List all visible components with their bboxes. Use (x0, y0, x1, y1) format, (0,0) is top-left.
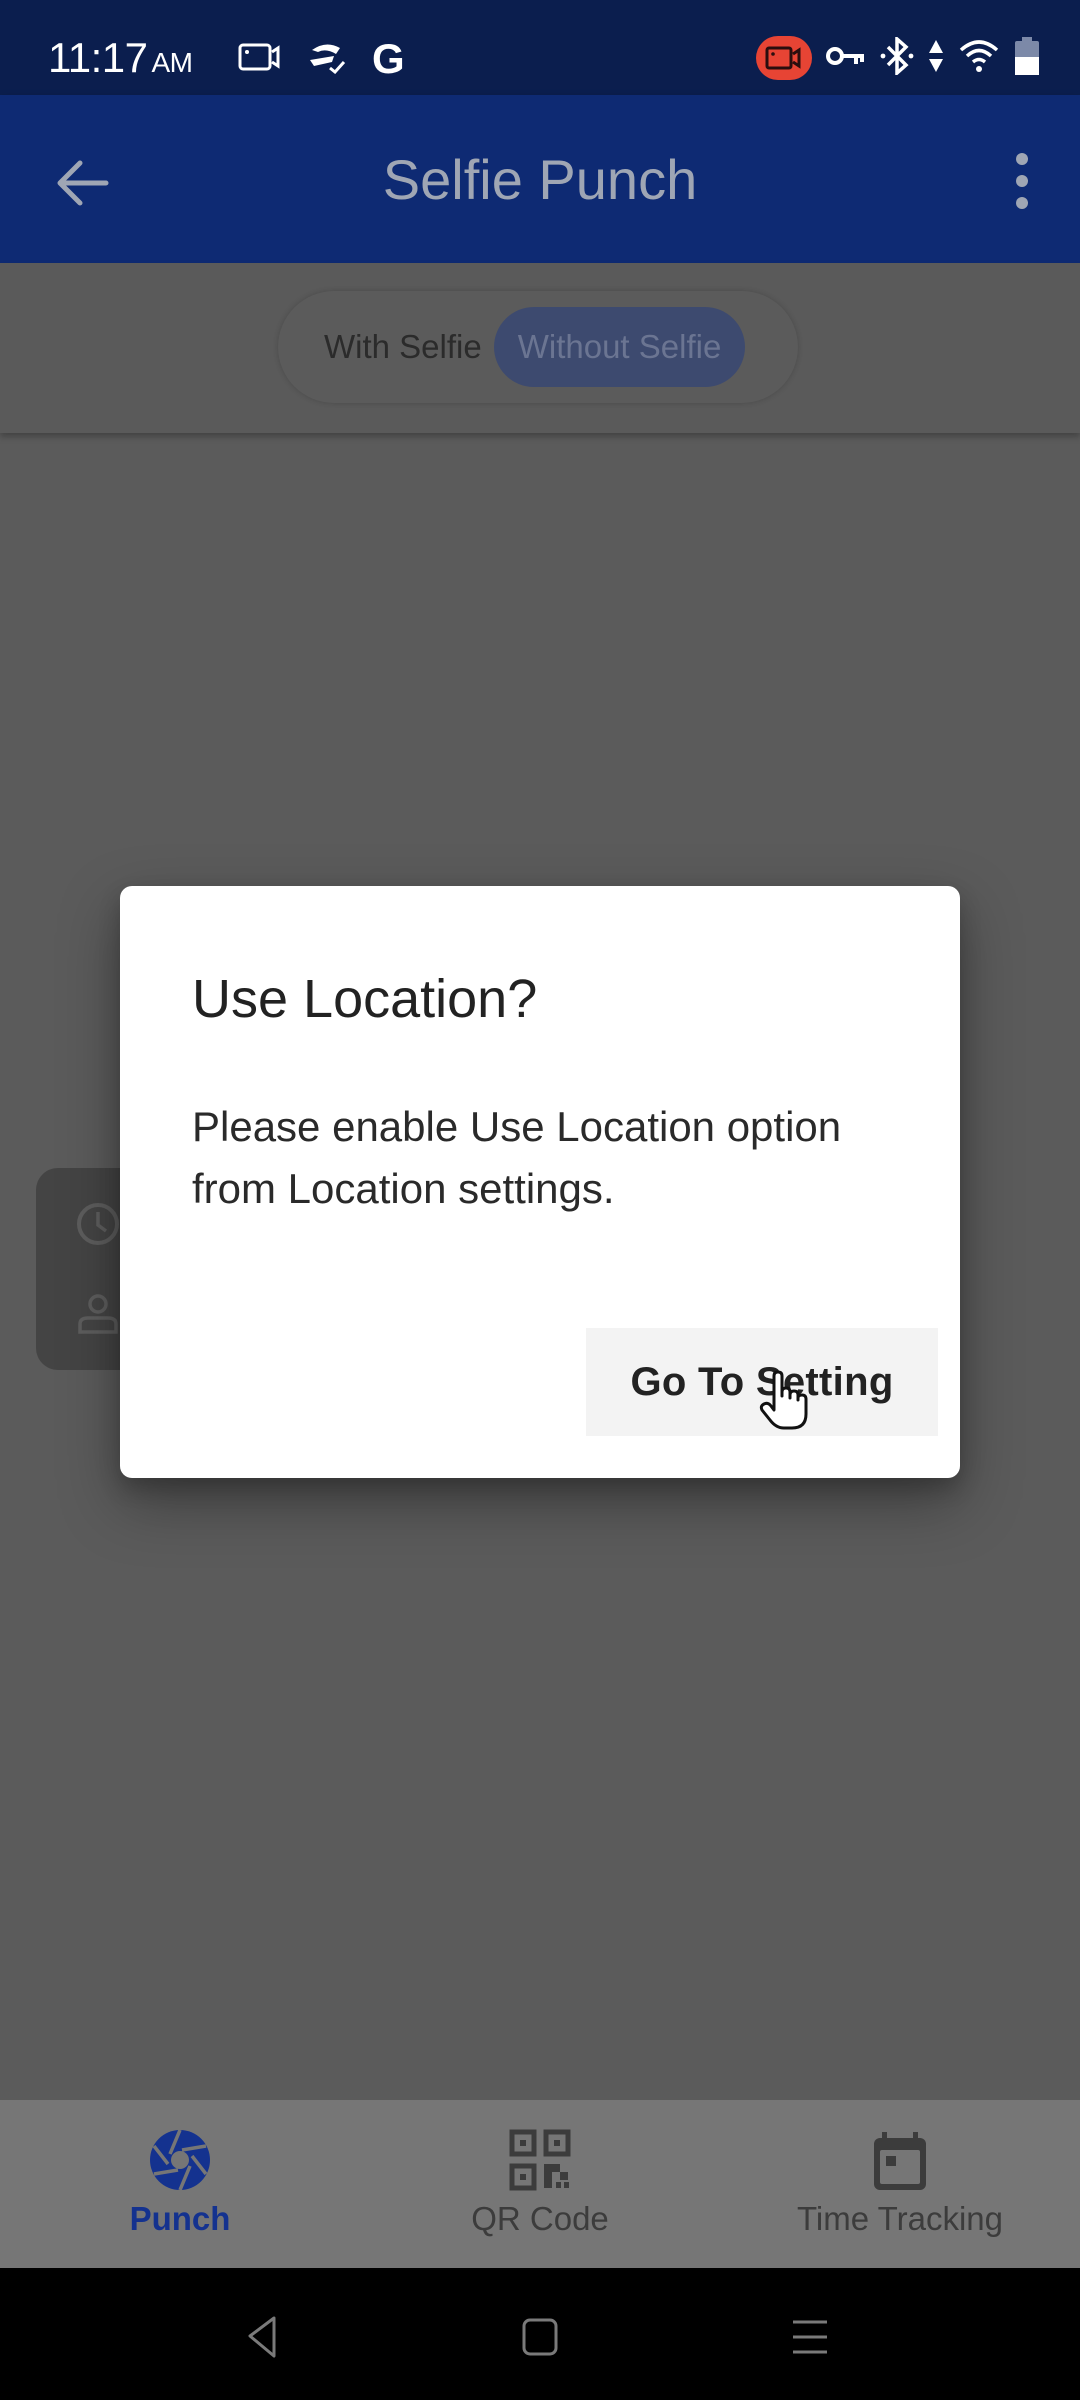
camera-shutter-icon (150, 2129, 210, 2191)
hand-pointer-icon (759, 1370, 808, 1430)
wifi-icon (958, 38, 1000, 79)
google-icon: G (372, 35, 405, 82)
battery-icon (1014, 36, 1040, 80)
clock-icon (77, 1203, 119, 1245)
bottom-navigation: Punch QR Code Time Tracking (0, 2100, 1080, 2268)
screen-record-icon (238, 42, 282, 77)
use-location-dialog: Use Location? Please enable Use Location… (120, 886, 960, 1478)
status-time: 11:17 AM (48, 34, 193, 82)
nav-item-punch[interactable]: Punch (0, 2100, 360, 2268)
status-bar: 11:17 AM G (0, 0, 1080, 95)
nav-label-time-tracking: Time Tracking (797, 2200, 1003, 2237)
back-icon[interactable] (240, 2312, 290, 2362)
data-arrows-icon (928, 38, 944, 79)
recording-indicator-icon (756, 36, 812, 80)
more-vertical-icon (1016, 153, 1028, 209)
nav-label-punch: Punch (129, 2200, 231, 2237)
app-bar: Selfie Punch (0, 95, 1080, 263)
person-icon (78, 1294, 118, 1334)
selfie-mode-toggle: With Selfie Without Selfie (278, 291, 798, 403)
dialog-message: Please enable Use Location option from L… (192, 1103, 842, 1212)
clock-time: 11:17 (48, 34, 148, 81)
vpn-key-icon (826, 44, 866, 73)
system-navigation-bar (0, 2268, 1080, 2400)
clock-ampm: AM (151, 47, 194, 78)
nav-item-qr-code[interactable]: QR Code (360, 2100, 720, 2268)
more-options-button[interactable] (992, 149, 1052, 213)
dialog-title: Use Location? (192, 969, 538, 1029)
qr-code-icon (509, 2129, 571, 2191)
nav-label-qr-code: QR Code (471, 2200, 609, 2237)
nav-item-time-tracking[interactable]: Time Tracking (720, 2100, 1080, 2268)
page-title: Selfie Punch (382, 148, 698, 211)
sync-check-icon (306, 40, 348, 79)
tab-without-selfie[interactable]: Without Selfie (493, 307, 746, 387)
recents-icon[interactable] (785, 2312, 835, 2362)
calendar-icon (874, 2132, 926, 2190)
home-icon[interactable] (515, 2312, 565, 2362)
mode-toggle-panel: With Selfie Without Selfie (0, 263, 1080, 433)
bluetooth-icon (880, 34, 914, 80)
tab-with-selfie[interactable]: With Selfie (302, 307, 494, 387)
